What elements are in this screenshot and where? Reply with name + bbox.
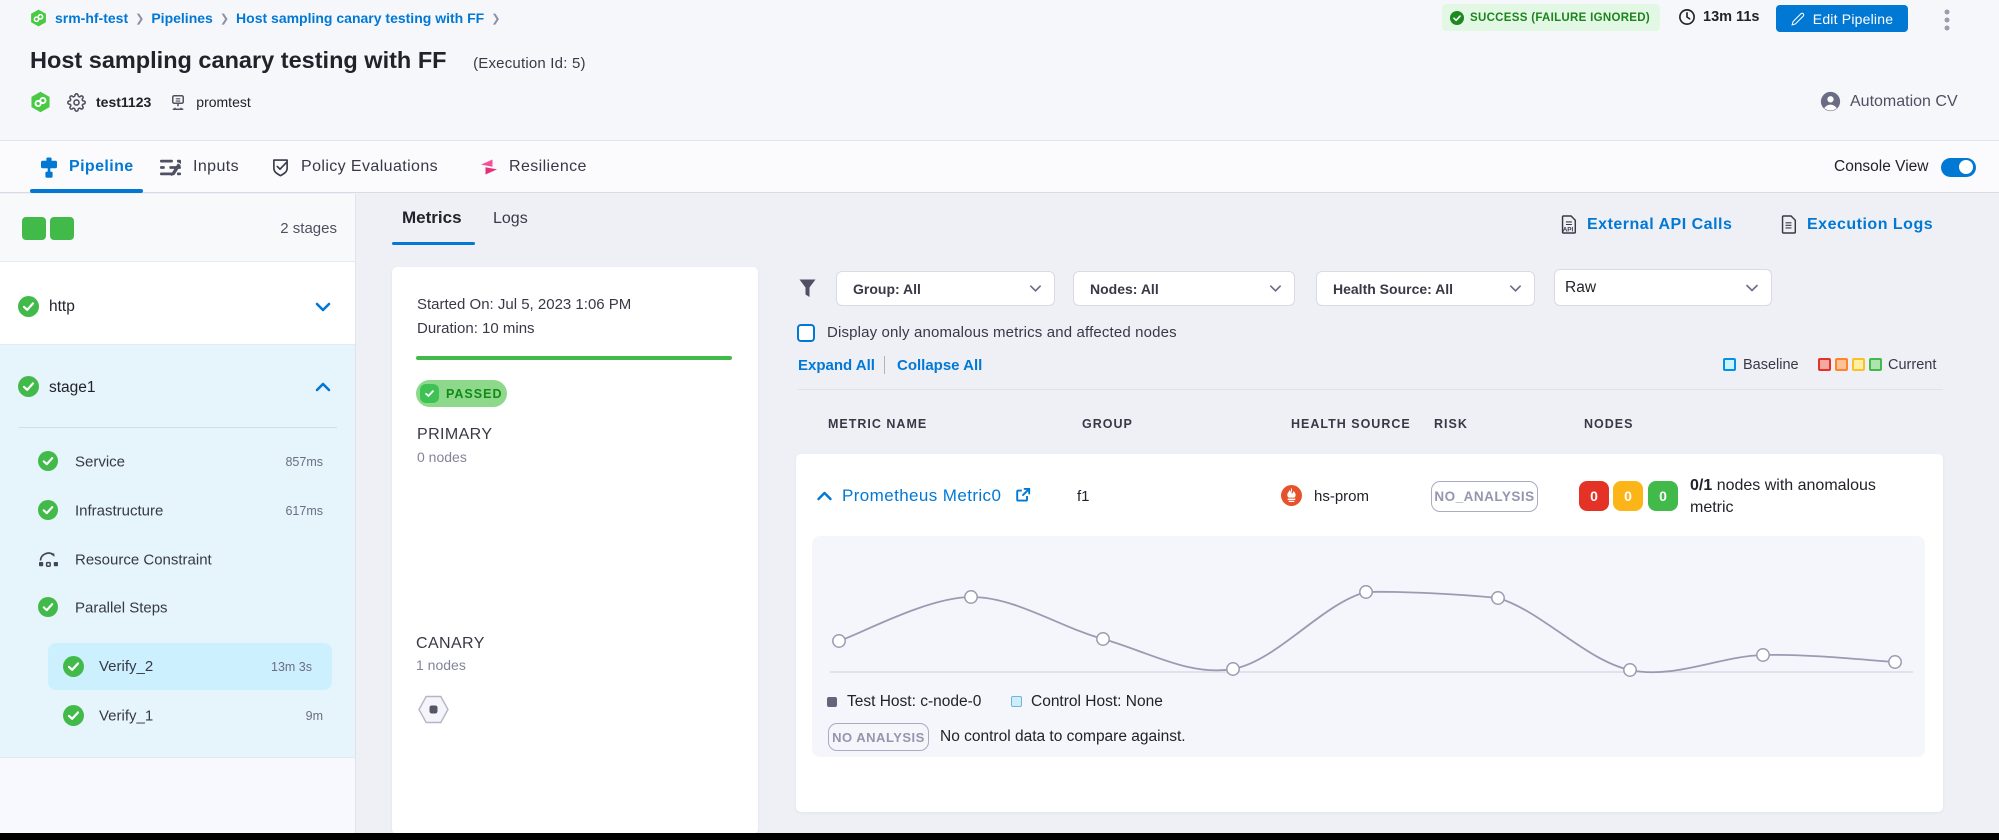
svg-text:API: API xyxy=(1563,227,1574,234)
